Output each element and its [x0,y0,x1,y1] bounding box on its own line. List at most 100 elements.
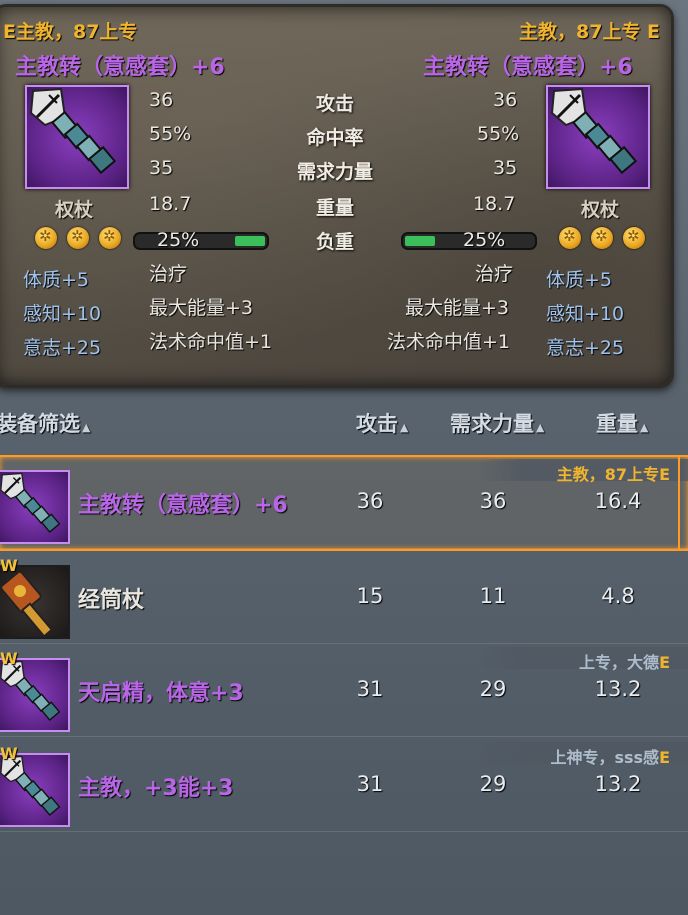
item-note: 主教，87上专E [557,461,670,485]
item-weight: 13.2 [594,677,642,701]
left-attr-con: 体质+5 [23,269,90,291]
note-grade: E [659,653,670,672]
socket-gem-icon [67,227,89,249]
compare-panel: E主教，87上专 主教转（意感套）+6 权杖 36 55% 35 18.7 25… [0,4,674,388]
item-attack: 36 [356,489,384,513]
right-effect-energy: 最大能量+3 [405,297,510,319]
label-attack: 攻击 [315,93,354,115]
right-item-note: 主教，87上专 E [519,21,661,43]
right-attr-wil: 意志+25 [546,337,625,359]
item-note: 上神专，sss感E [550,744,670,768]
item-weight: 16.4 [594,489,642,513]
left-str-req: 35 [149,157,174,179]
item-icon [0,658,70,732]
left-load: 25% [157,229,200,251]
label-load: 负重 [315,231,354,253]
item-name: 主教转（意感套）+6 [78,493,288,518]
staff-icon [550,87,638,175]
left-effect-energy: 最大能量+3 [149,297,254,319]
staff-icon [0,472,61,534]
staff-icon [0,660,61,722]
socket-gem-icon [623,227,645,249]
row-divider [0,736,688,737]
item-icon [0,470,70,544]
item-name: 经筒杖 [78,588,145,613]
left-attack: 36 [149,89,174,111]
right-load-fill [405,236,435,246]
socket-gem-icon [591,227,613,249]
right-category: 权杖 [581,199,620,221]
socket-gem-icon [99,227,121,249]
note-text: 上专，大德 [579,653,660,672]
item-row[interactable]: W 主教，+3能+3 31 29 13.2 上神专，sss感E [0,740,688,832]
right-effect-spellhit: 法术命中值+1 [387,331,511,353]
label-weight: 重量 [315,197,354,219]
note-grade: E [659,748,670,767]
left-load-bar: 25% [133,229,269,251]
right-attr-per: 感知+10 [546,303,625,325]
right-item-title: 主教转（意感套）+6 [423,55,633,80]
left-category: 权杖 [55,199,94,221]
sort-arrow-icon: ▲ [536,421,545,434]
item-row[interactable]: 主教转（意感套）+6 36 36 16.4 主教，87上专E [0,455,688,551]
sort-arrow-icon: ▲ [400,421,409,434]
item-name: 主教，+3能+3 [78,776,234,801]
sort-str-button[interactable]: 需求力量 ▲ [450,408,544,438]
list-header: 装备筛选 ▲ 攻击 ▲ 需求力量 ▲ 重量 ▲ [0,398,688,448]
note-grade: E [659,465,670,484]
item-attack: 31 [356,677,384,701]
label-str-req: 需求力量 [296,161,373,183]
staff-icon [29,87,117,175]
item-row[interactable]: W 天启精，体意+3 31 29 13.2 上专，大德E [0,645,688,737]
staff-icon [0,755,61,817]
item-attack: 31 [356,772,384,796]
left-effect-spellhit: 法术命中值+1 [149,331,273,353]
sort-arrow-icon: ▲ [640,421,649,434]
right-effect-heal: 治疗 [475,263,514,285]
sort-attack-button[interactable]: 攻击 ▲ [356,408,408,438]
item-note: 上专，大德E [579,649,670,673]
left-attr-per: 感知+10 [23,303,102,325]
right-hit-rate: 55% [477,123,520,145]
right-weight: 18.7 [473,193,516,215]
item-row[interactable]: W 经筒杖 15 11 4.8 [0,552,688,644]
right-item-icon [546,85,650,189]
item-weight: 13.2 [594,772,642,796]
sort-arrow-icon: ▲ [82,421,91,434]
sort-weight-button[interactable]: 重量 ▲ [596,408,648,438]
wear-badge: W [0,744,18,763]
item-str-req: 36 [479,489,507,513]
item-name: 天启精，体意+3 [78,681,244,706]
weight-label: 重量 [596,412,638,436]
left-hit-rate: 55% [149,123,192,145]
str-label: 需求力量 [450,412,534,436]
note-text: 上神专，sss感 [550,748,660,767]
item-attack: 15 [356,584,384,608]
row-divider [0,831,688,832]
left-effect-heal: 治疗 [149,263,188,285]
wear-badge: W [0,649,18,668]
socket-gem-icon [35,227,57,249]
prayer-wheel-staff-icon [0,570,54,638]
left-load-fill [235,236,265,246]
item-str-req: 11 [479,584,507,608]
filter-label: 装备筛选 [0,412,80,436]
sort-filter-button[interactable]: 装备筛选 ▲ [0,408,90,438]
socket-gem-icon [559,227,581,249]
note-text: 主教，87上专 [556,465,660,484]
item-icon [0,753,70,827]
attack-label: 攻击 [356,412,398,436]
left-weight: 18.7 [149,193,192,215]
left-attr-wil: 意志+25 [23,337,102,359]
item-str-req: 29 [479,677,507,701]
right-load: 25% [463,229,506,251]
right-load-bar: 25% [401,229,537,251]
row-divider [0,643,688,644]
item-icon [0,565,70,639]
left-item-note: E主教，87上专 [3,21,138,43]
right-attr-con: 体质+5 [546,269,613,291]
left-item-icon [25,85,129,189]
left-item-title: 主教转（意感套）+6 [15,55,225,80]
item-weight: 4.8 [601,584,635,608]
wear-badge: W [0,556,18,575]
